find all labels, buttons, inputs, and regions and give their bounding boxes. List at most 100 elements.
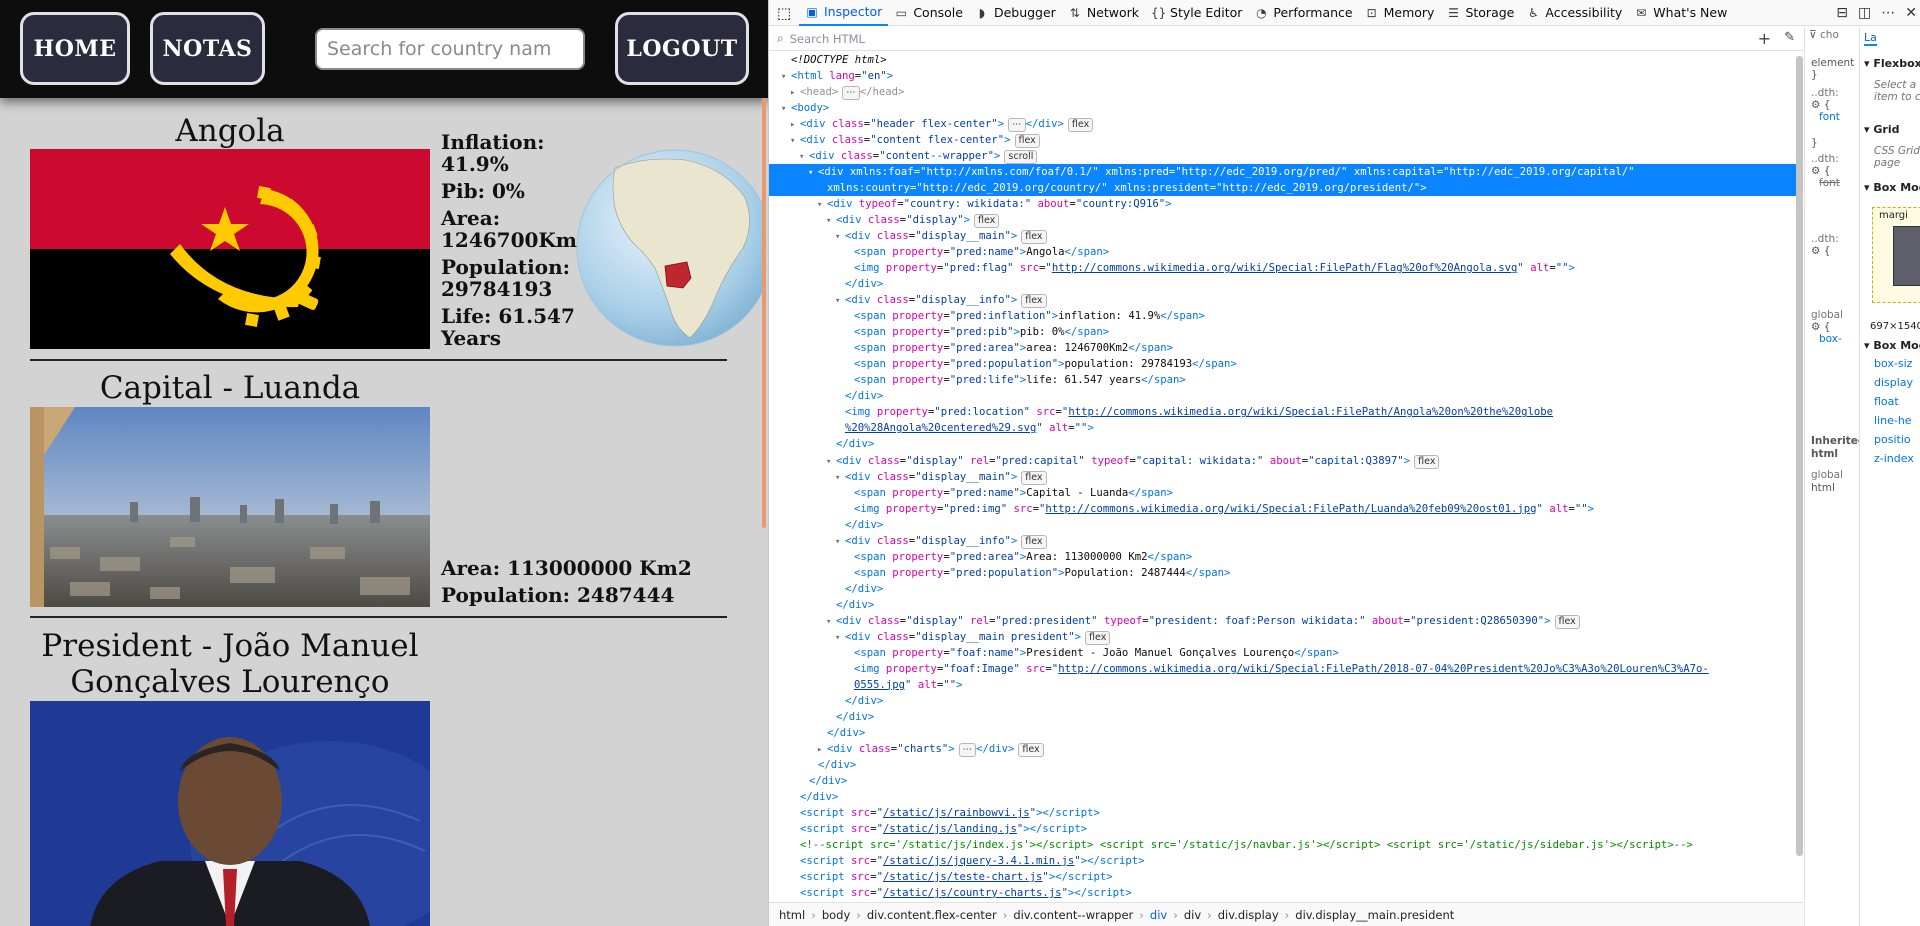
box-model-section-header[interactable]: ▾ Box Moc [1864,181,1920,194]
tab-whats-new[interactable]: ✉ What's New [1628,0,1733,26]
markup-line[interactable]: <span property="pred:area">area: 1246700… [769,340,1799,356]
gear-icon[interactable]: ⚙ { [1811,245,1830,257]
expand-arrow-icon[interactable]: ▾ [835,293,845,308]
markup-line[interactable]: </div> [769,581,1799,597]
markup-line[interactable]: <img property="pred:img" src="http://com… [769,501,1799,517]
more-options-icon[interactable]: ⋯ [1881,5,1895,21]
markup-line[interactable]: <img property="foaf:Image" src="http://c… [769,661,1799,677]
expand-arrow-icon[interactable]: ▾ [835,229,845,244]
tab-storage[interactable]: ☰ Storage [1440,0,1520,26]
rules-filter-icon[interactable]: ⊽ cho [1809,29,1839,41]
markup-line[interactable]: <!--script src='/static/js/index.js'></s… [769,837,1799,853]
element-picker-icon[interactable]: ⬚ [769,0,799,26]
markup-line[interactable]: </div> [769,517,1799,533]
markup-line[interactable]: <span property="pred:life">life: 61.547 … [769,372,1799,388]
markup-line[interactable]: <!DOCTYPE html> [769,52,1799,68]
markup-line[interactable]: ▾ <div typeof="country: wikidata:" about=… [769,196,1799,212]
markup-line[interactable]: ▾ <body> [769,100,1799,116]
markup-line[interactable]: </div> [769,709,1799,725]
markup-line[interactable]: </div> [769,773,1799,789]
breadcrumb-item[interactable]: div [1150,908,1167,922]
collapse-arrow-icon[interactable]: ▸ [790,117,800,132]
markup-line[interactable]: 0555.jpg" alt=""> [769,677,1799,693]
markup-line[interactable]: <script src="/static/js/jquery-3.4.1.min… [769,853,1799,869]
markup-scrollbar[interactable] [1796,56,1803,856]
markup-line[interactable]: <script src="/static/js/country-charts.j… [769,885,1799,901]
markup-line[interactable]: </div> [769,436,1799,452]
gear-icon[interactable]: ⚙ { [1811,321,1830,333]
tab-console[interactable]: ▭ Console [888,0,969,26]
markup-line[interactable]: ▾ <div class="display__info"> flex [769,533,1799,549]
grid-section-header[interactable]: ▾ Grid [1864,123,1899,136]
box-model-diagram[interactable]: margi [1872,207,1920,303]
logout-button[interactable]: LOGOUT [615,12,749,85]
expand-arrow-icon[interactable]: ▾ [835,534,845,549]
tab-memory[interactable]: ⊡ Memory [1359,0,1441,26]
markup-line[interactable]: ▾ <div class="display" rel="pred:presiden… [769,613,1799,629]
markup-line[interactable]: <script src="/static/js/teste-chart.js">… [769,869,1799,885]
markup-line[interactable]: <img property="pred:flag" src="http://co… [769,260,1799,276]
markup-line[interactable]: </div> [769,789,1799,805]
expand-arrow-icon[interactable]: ▾ [826,454,836,469]
markup-line[interactable]: </div> [769,693,1799,709]
html-search-input[interactable] [783,31,1684,46]
markup-line[interactable]: <span property="pred:inflation">inflatio… [769,308,1799,324]
breadcrumb-item[interactable]: div.display [1218,908,1279,922]
expand-arrow-icon[interactable]: ▾ [817,197,827,212]
breadcrumb-item[interactable]: div.display__main.president [1295,908,1454,922]
markup-line[interactable]: <span property="pred:name">Capital - Lua… [769,485,1799,501]
markup-line[interactable]: ▾ <div class="display__main president"> fl… [769,629,1799,645]
expand-arrow-icon[interactable]: ▾ [781,69,791,84]
markup-line[interactable]: <script src="/static/js/rainbowvi.js"></… [769,805,1799,821]
tab-network[interactable]: ⇅ Network [1062,0,1145,26]
dock-side-icon[interactable]: ◫ [1858,5,1871,21]
markup-line[interactable]: <img property="pred:location" src="http:… [769,404,1799,420]
breadcrumb-item[interactable]: div.content--wrapper [1013,908,1133,922]
markup-line[interactable]: <span property="foaf:name">President - J… [769,645,1799,661]
markup-line[interactable]: <span property="pred:pib">pib: 0%</span> [769,324,1799,340]
box-model-props-header[interactable]: ▾ Box Moc [1864,339,1920,352]
breadcrumb-item[interactable]: div.content.flex-center [867,908,997,922]
add-node-icon[interactable]: + [1758,29,1771,48]
markup-line[interactable]: %20%28Angola%20centered%29.svg" alt=""> [769,420,1799,436]
markup-line[interactable]: ▾ <div xmlns:foaf="http://xmlns.com/foaf/… [769,164,1799,181]
flexbox-section-header[interactable]: ▾ Flexbox [1864,57,1920,70]
markup-line[interactable]: ▾ <div class="content--wrapper"> scroll [769,148,1799,165]
country-search-input[interactable] [315,28,585,70]
eyedropper-icon[interactable]: ✎ [1784,30,1795,45]
markup-line[interactable]: ▸ <head> ⋯ </head> [769,84,1799,101]
markup-line[interactable]: <span property="pred:population">populat… [769,356,1799,372]
markup-line[interactable]: </div> [769,757,1799,773]
markup-line[interactable]: ▾ <div class="content flex-center"> flex [769,132,1799,149]
tab-debugger[interactable]: ◗ Debugger [969,0,1062,26]
close-icon[interactable]: ✕ [1905,5,1917,21]
expand-arrow-icon[interactable]: ▾ [835,630,845,645]
markup-line[interactable]: <span property="pred:population">Populat… [769,565,1799,581]
markup-line[interactable]: ▾ <div class="display"> flex [769,212,1799,229]
breadcrumb-item[interactable]: html [779,908,805,922]
markup-line[interactable]: </div> [769,597,1799,613]
expand-arrow-icon[interactable]: ▾ [781,101,791,116]
home-button[interactable]: HOME [20,12,130,85]
page-scrollbar[interactable] [762,98,766,528]
collapse-arrow-icon[interactable]: ▸ [790,85,800,100]
markup-line[interactable]: <span property="pred:name">Angola</span> [769,244,1799,260]
markup-line[interactable]: xmlns:country="http://edc_2019.org/count… [769,180,1799,197]
tab-layout[interactable]: La [1864,31,1877,46]
markup-line[interactable]: <script src="/static/js/landing.js"></sc… [769,821,1799,837]
expand-arrow-icon[interactable]: ▾ [790,133,800,148]
expand-arrow-icon[interactable]: ▾ [826,614,836,629]
notas-button[interactable]: NOTAS [150,12,265,85]
gear-icon[interactable]: ⚙ { [1811,99,1830,111]
collapse-arrow-icon[interactable]: ▸ [817,742,827,757]
markup-line[interactable]: ▾ <div class="display" rel="pred:capital"… [769,453,1799,469]
tab-accessibility[interactable]: ♿ Accessibility [1520,0,1628,26]
markup-line[interactable]: ▸ <div class="header flex-center"> ⋯ </div>… [769,116,1799,133]
markup-line[interactable]: ▾ <div class="display__main"> flex [769,228,1799,245]
markup-line[interactable]: ▾ <div class="display__main"> flex [769,469,1799,485]
markup-line[interactable]: </div> [769,725,1799,741]
expand-arrow-icon[interactable]: ▾ [808,165,818,180]
breadcrumb-item[interactable]: body [822,908,850,922]
tab-inspector[interactable]: ▣ Inspector [799,0,889,26]
markup-line[interactable]: </div> [769,276,1799,292]
